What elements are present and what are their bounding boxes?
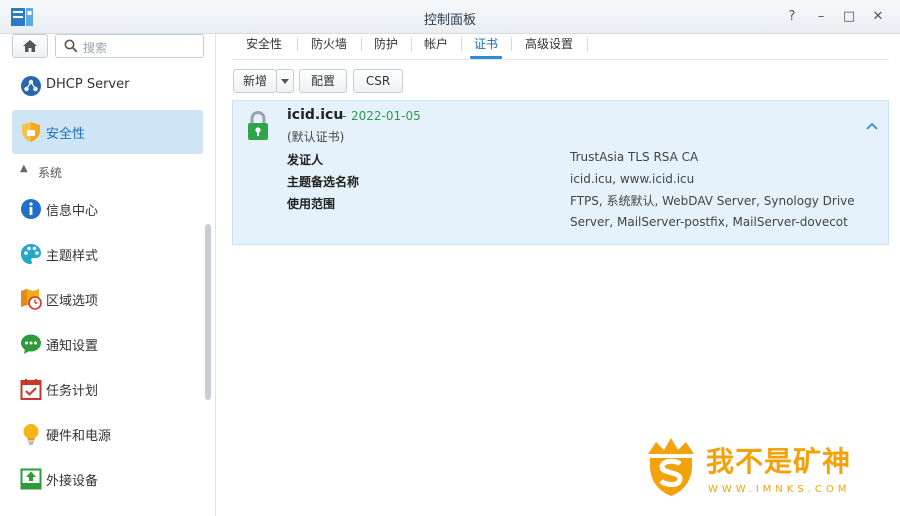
sidebar: 搜索 DHCP Server 安全性 ▲ 系统 信息中心 主题样式 区域选项 通… [0, 34, 216, 516]
crown-s-logo-icon [648, 438, 694, 496]
watermark: 我不是矿神 WWW.IMNKS.COM [640, 436, 890, 502]
tab-security[interactable]: 安全性 [232, 34, 296, 60]
sidebar-item-label: 信息中心 [46, 204, 99, 219]
watermark-url: WWW.IMNKS.COM [708, 484, 851, 495]
watermark-title: 我不是矿神 [706, 445, 852, 478]
info-center-icon [21, 199, 41, 219]
subject-alt-name-line: icid.icu, www.icid.icu [570, 172, 695, 186]
sidebar-item-label: 硬件和电源 [46, 429, 112, 444]
certificate-date: 2022-01-05 [351, 109, 421, 123]
title-bar: 控制面板 ? – □ ✕ [0, 0, 900, 34]
window-title: 控制面板 [423, 13, 476, 28]
sidebar-item-task-scheduler[interactable]: 任务计划 [12, 367, 203, 411]
search-placeholder: 搜索 [83, 41, 108, 55]
tab-separator [587, 37, 588, 51]
sidebar-item-label: 安全性 [46, 127, 86, 142]
regional-options-icon [21, 289, 42, 310]
sidebar-item-security[interactable]: 安全性 [12, 110, 203, 154]
tab-protection[interactable]: 防护 [362, 34, 410, 60]
sidebar-item-dhcp-server[interactable]: DHCP Server [12, 64, 203, 108]
subject-alt-name-value: icid.icu, www.icid.icu [570, 169, 870, 190]
sidebar-item-theme[interactable]: 主题样式 [12, 232, 203, 276]
dhcp-server-icon [21, 76, 41, 96]
minimize-button[interactable]: – [813, 9, 829, 25]
usage-scope-line: FTPS, 系统默认, WebDAV Server, Synology Driv… [570, 194, 855, 208]
sidebar-item-label: 主题样式 [46, 249, 99, 264]
sidebar-item-label: 外接设备 [46, 474, 99, 489]
external-devices-icon [20, 468, 42, 490]
search-icon [64, 39, 78, 53]
lock-icon [248, 111, 268, 140]
sidebar-item-regional-options[interactable]: 区域选项 [12, 277, 203, 321]
hardware-power-icon [23, 424, 39, 445]
chevron-down-icon [281, 79, 289, 84]
search-input[interactable]: 搜索 [55, 34, 204, 58]
certificate-name-separator: - [342, 109, 347, 123]
tab-firewall[interactable]: 防火墙 [298, 34, 360, 60]
sidebar-item-label: 任务计划 [46, 384, 99, 399]
maximize-button[interactable]: □ [841, 9, 857, 25]
usage-scope-value: FTPS, 系统默认, WebDAV Server, Synology Driv… [570, 191, 870, 233]
security-shield-icon [22, 122, 40, 142]
sidebar-item-info-center[interactable]: 信息中心 [12, 187, 203, 231]
tab-divider [232, 59, 889, 60]
notification-icon [21, 334, 41, 354]
task-scheduler-icon [20, 379, 42, 400]
sidebar-item-label: DHCP Server [46, 77, 130, 92]
certificate-name: icid.icu [287, 107, 344, 123]
sidebar-item-label: 区域选项 [46, 294, 99, 309]
home-icon [23, 40, 37, 52]
group-label: 系统 [38, 166, 63, 180]
collapse-chevron-icon[interactable] [866, 122, 878, 130]
add-dropdown-button[interactable] [276, 69, 294, 93]
configure-button[interactable]: 配置 [299, 69, 347, 93]
subject-alt-name-label: 主题备选名称 [287, 175, 360, 189]
usage-scope-line: Server, MailServer-postfix, MailServer-d… [570, 215, 848, 229]
sidebar-scrollbar[interactable] [205, 224, 211, 400]
certificate-item[interactable]: icid.icu - 2022-01-05 (默认证书) 发证人 TrustAs… [232, 100, 889, 245]
tab-account[interactable]: 帐户 [412, 34, 460, 60]
issuer-value-line: TrustAsia TLS RSA CA [570, 150, 699, 164]
theme-palette-icon [21, 244, 41, 264]
issuer-label: 发证人 [287, 153, 324, 167]
sidebar-item-hardware-power[interactable]: 硬件和电源 [12, 412, 203, 456]
chevron-up-icon: ▲ [20, 163, 28, 174]
add-button[interactable]: 新增 [233, 69, 277, 93]
issuer-value: TrustAsia TLS RSA CA [570, 147, 870, 168]
sidebar-item-label: 通知设置 [46, 339, 99, 354]
default-certificate-note: (默认证书) [287, 130, 345, 144]
tab-advanced[interactable]: 高级设置 [512, 34, 586, 60]
help-button[interactable]: ? [784, 9, 800, 25]
csr-button[interactable]: CSR [353, 69, 403, 93]
sidebar-item-external-devices[interactable]: 外接设备 [12, 457, 203, 501]
home-button[interactable] [12, 34, 48, 58]
sidebar-item-notification[interactable]: 通知设置 [12, 322, 203, 366]
usage-scope-label: 使用范围 [287, 197, 336, 211]
close-button[interactable]: ✕ [870, 9, 886, 25]
sidebar-group-system[interactable]: ▲ 系统 [12, 160, 203, 182]
